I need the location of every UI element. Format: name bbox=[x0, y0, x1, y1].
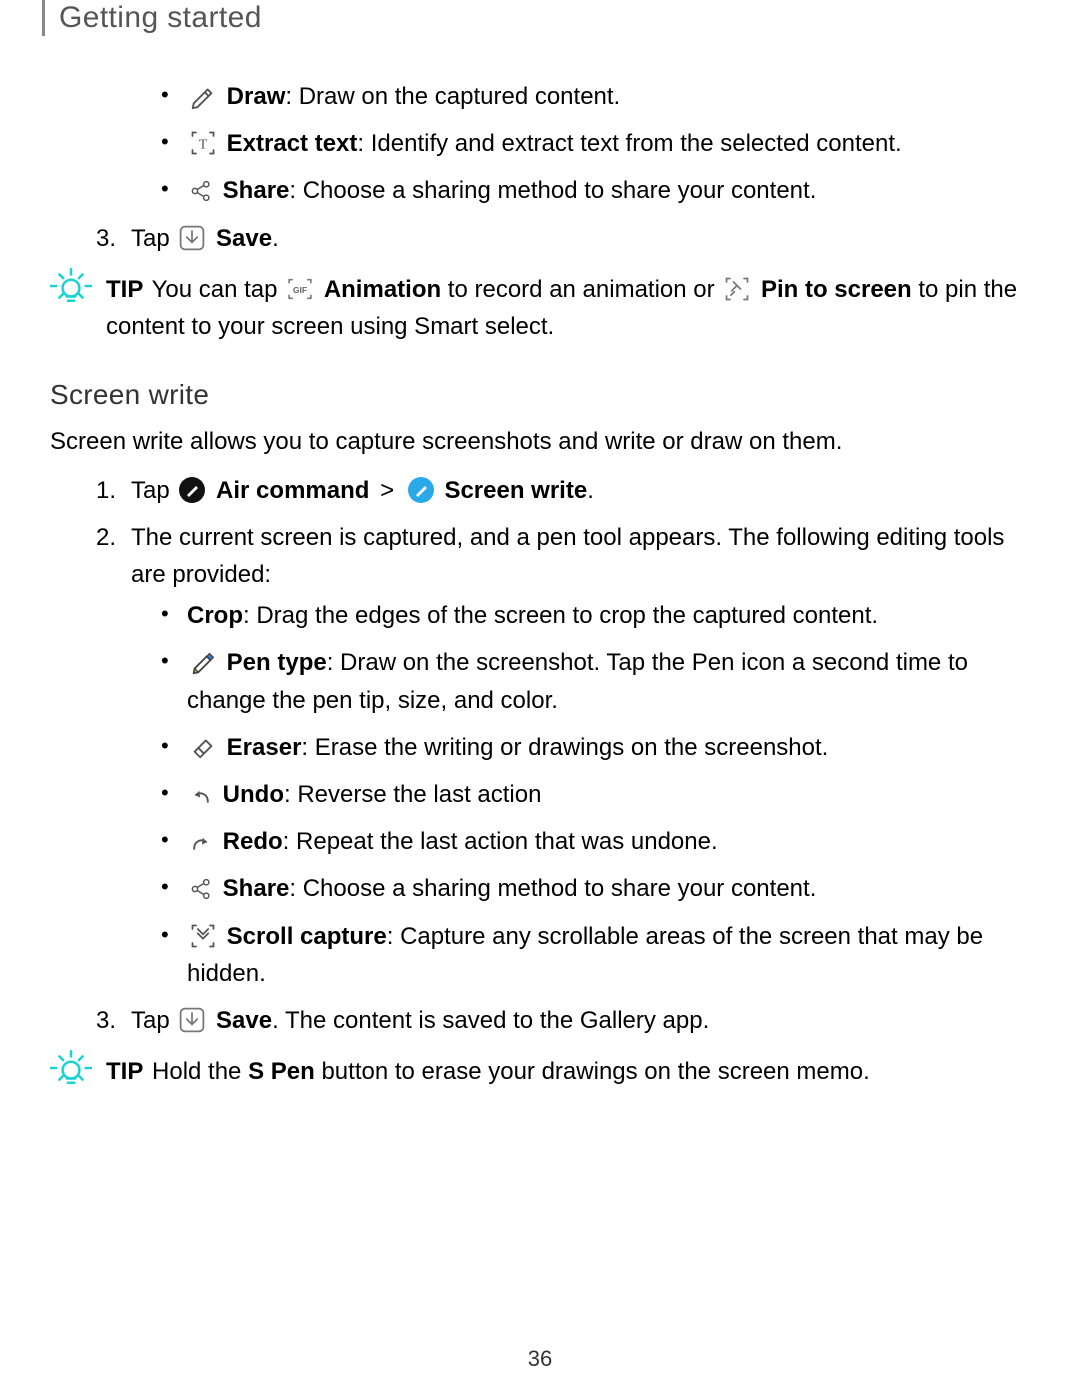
sw-undo-bold: Undo bbox=[223, 781, 284, 808]
tip1-pt2: to record an animation or bbox=[441, 276, 721, 303]
share-icon bbox=[189, 877, 213, 901]
draw-icon bbox=[189, 82, 217, 110]
sub-item-extract: Extract text: Identify and extract text … bbox=[161, 125, 1030, 162]
sw-sub-redo: Redo: Repeat the last action that was un… bbox=[161, 823, 1030, 860]
sw-redo-rest: : Repeat the last action that was undone… bbox=[283, 828, 718, 855]
first-list: Draw: Draw on the captured content. Extr… bbox=[96, 78, 1030, 257]
scroll-capture-icon bbox=[189, 922, 217, 950]
tip2-spen: S Pen bbox=[248, 1058, 315, 1085]
sw-step2-text: The current screen is captured, and a pe… bbox=[131, 524, 1004, 588]
page-content: Draw: Draw on the captured content. Extr… bbox=[50, 78, 1030, 1090]
sub-draw-bold: Draw bbox=[227, 83, 286, 110]
sw-step1-sw: Screen write bbox=[444, 477, 587, 504]
sub-extract-rest: : Identify and extract text from the sel… bbox=[357, 130, 901, 157]
sw-sub-undo: Undo: Reverse the last action bbox=[161, 776, 1030, 813]
eraser-icon bbox=[189, 733, 217, 761]
sub-item-draw: Draw: Draw on the captured content. bbox=[161, 78, 1030, 115]
sw-crop-bold: Crop bbox=[187, 602, 243, 629]
lightbulb-icon bbox=[50, 265, 92, 318]
sw-step1-num: 1. bbox=[96, 472, 116, 509]
sw-step3-bold: Save bbox=[216, 1007, 272, 1034]
tip2-label: TIP bbox=[106, 1058, 143, 1085]
tip-2: TIP Hold the S Pen button to erase your … bbox=[50, 1053, 1030, 1090]
sw-step3: 3. Tap Save. The content is saved to the… bbox=[96, 1002, 1030, 1039]
sw-step2-num: 2. bbox=[96, 519, 116, 556]
step3-tap: Tap bbox=[131, 225, 176, 252]
step3-bold: Save bbox=[216, 225, 272, 252]
pen-type-icon bbox=[189, 648, 217, 676]
sw-pentype-bold: Pen type bbox=[227, 649, 327, 676]
sw-step1-rest: . bbox=[587, 477, 594, 504]
page-header: Getting started bbox=[42, 0, 1030, 36]
sw-sub-scroll: Scroll capture: Capture any scrollable a… bbox=[161, 918, 1030, 992]
screen-write-heading: Screen write bbox=[50, 373, 1030, 416]
sub-extract-bold: Extract text bbox=[227, 130, 358, 157]
sw-step1-tap: Tap bbox=[131, 477, 176, 504]
sub-item-share: Share: Choose a sharing method to share … bbox=[161, 172, 1030, 209]
extract-text-icon bbox=[189, 129, 217, 157]
gif-icon bbox=[286, 275, 314, 303]
sw-step1: 1. Tap Air command > Screen write. bbox=[96, 472, 1030, 509]
tip1-label: TIP bbox=[106, 276, 143, 303]
screen-write-intro: Screen write allows you to capture scree… bbox=[50, 423, 1030, 460]
sw-undo-rest: : Reverse the last action bbox=[284, 781, 541, 808]
sub-draw-rest: : Draw on the captured content. bbox=[285, 83, 620, 110]
lightbulb-icon bbox=[50, 1047, 92, 1100]
tip2-pt2: button to erase your drawings on the scr… bbox=[315, 1058, 870, 1085]
sw-step1-angle: > bbox=[380, 477, 394, 504]
sw-step1-air: Air command bbox=[216, 477, 369, 504]
tip1-pt1: You can tap bbox=[145, 276, 284, 303]
sw-scroll-bold: Scroll capture bbox=[227, 923, 387, 950]
undo-icon bbox=[189, 783, 213, 807]
sw-sub-list: Crop: Drag the edges of the screen to cr… bbox=[161, 597, 1030, 992]
save-icon bbox=[178, 224, 206, 252]
tip-1: TIP You can tap Animation to record an a… bbox=[50, 271, 1030, 345]
first-list-step3: 3. Tap Save. bbox=[96, 220, 1030, 257]
sw-share-rest: : Choose a sharing method to share your … bbox=[289, 875, 816, 902]
screen-write-icon bbox=[407, 476, 435, 504]
air-command-icon bbox=[178, 476, 206, 504]
sw-share-bold: Share bbox=[223, 875, 290, 902]
sw-sub-eraser: Eraser: Erase the writing or drawings on… bbox=[161, 729, 1030, 766]
sw-eraser-bold: Eraser bbox=[227, 734, 302, 761]
redo-icon bbox=[189, 830, 213, 854]
sw-eraser-rest: : Erase the writing or drawings on the s… bbox=[301, 734, 828, 761]
sw-sub-crop: Crop: Drag the edges of the screen to cr… bbox=[161, 597, 1030, 634]
tip1-animation: Animation bbox=[324, 276, 441, 303]
screen-write-steps: 1. Tap Air command > Screen write. 2. Th… bbox=[96, 472, 1030, 1039]
page-number: 36 bbox=[0, 1346, 1080, 1372]
sw-sub-share: Share: Choose a sharing method to share … bbox=[161, 870, 1030, 907]
first-list-item-continued: Draw: Draw on the captured content. Extr… bbox=[96, 78, 1030, 210]
sw-sub-pentype: Pen type: Draw on the screenshot. Tap th… bbox=[161, 644, 1030, 718]
sw-redo-bold: Redo bbox=[223, 828, 283, 855]
tip2-pt1: Hold the bbox=[145, 1058, 248, 1085]
step3-num: 3. bbox=[96, 220, 116, 257]
sw-crop-rest: : Drag the edges of the screen to crop t… bbox=[243, 602, 878, 629]
pin-icon bbox=[723, 275, 751, 303]
sw-step2: 2. The current screen is captured, and a… bbox=[96, 519, 1030, 992]
sw-step3-rest: . The content is saved to the Gallery ap… bbox=[272, 1007, 709, 1034]
sw-step3-tap: Tap bbox=[131, 1007, 176, 1034]
sw-step3-num: 3. bbox=[96, 1002, 116, 1039]
sub-share-bold: Share bbox=[223, 177, 290, 204]
save-icon bbox=[178, 1006, 206, 1034]
step3-rest: . bbox=[272, 225, 279, 252]
tip1-pin: Pin to screen bbox=[761, 276, 912, 303]
sub-share-rest: : Choose a sharing method to share your … bbox=[289, 177, 816, 204]
share-icon bbox=[189, 179, 213, 203]
